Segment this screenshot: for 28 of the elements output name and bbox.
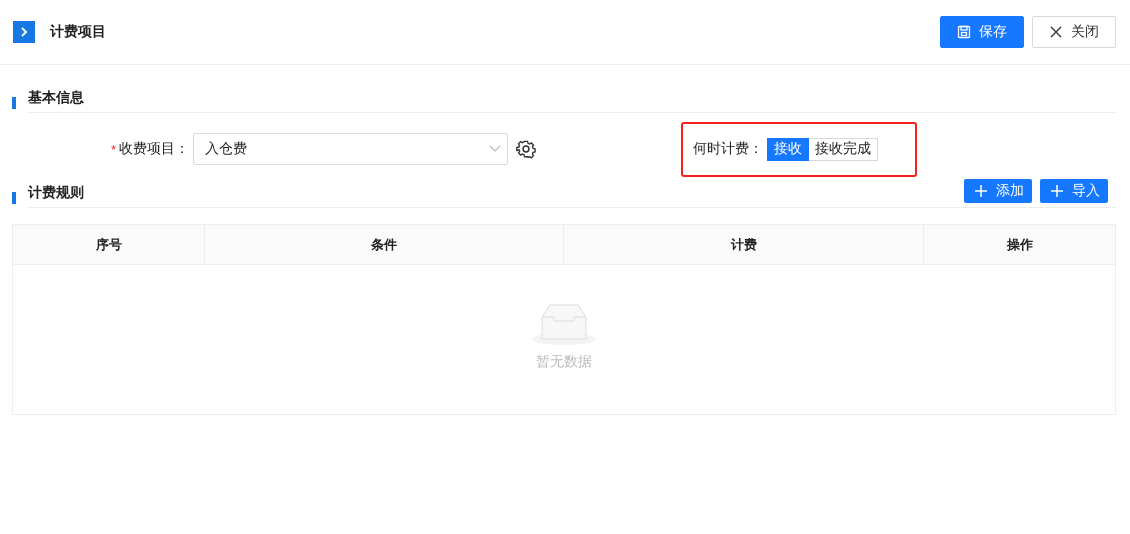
column-header: 计费 bbox=[564, 225, 924, 264]
fee-item-select[interactable]: 入仓费 bbox=[193, 133, 509, 165]
toggle-option[interactable]: 接收完成 bbox=[809, 137, 879, 161]
plus-icon bbox=[974, 184, 988, 198]
settings-icon[interactable] bbox=[516, 139, 537, 159]
toggle-option[interactable]: 接收 bbox=[767, 137, 810, 161]
add-button[interactable]: 添加 bbox=[964, 179, 1032, 203]
section-marker bbox=[12, 192, 16, 204]
expand-icon[interactable] bbox=[13, 21, 35, 43]
section-title: 计费规则 bbox=[28, 184, 85, 202]
field-label: 收费项目： bbox=[119, 140, 190, 158]
floppy-icon bbox=[957, 25, 971, 39]
save-button[interactable]: 保存 bbox=[940, 16, 1024, 48]
empty-inbox-icon bbox=[532, 303, 596, 345]
field-label: 何时计费： bbox=[693, 140, 764, 158]
column-header: 序号 bbox=[13, 225, 205, 264]
import-button[interactable]: 导入 bbox=[1040, 179, 1108, 203]
section-title: 基本信息 bbox=[28, 89, 85, 107]
required-mark: * bbox=[111, 141, 117, 157]
column-header: 条件 bbox=[205, 225, 564, 264]
section-marker bbox=[12, 97, 16, 109]
chevron-down-icon bbox=[489, 145, 502, 153]
plus-icon bbox=[1050, 184, 1064, 198]
page-title: 计费项目 bbox=[50, 23, 107, 41]
close-button[interactable]: 关闭 bbox=[1032, 16, 1116, 48]
close-icon bbox=[1049, 25, 1063, 39]
column-header: 操作 bbox=[1005, 235, 1034, 254]
empty-text: 暂无数据 bbox=[536, 353, 592, 371]
